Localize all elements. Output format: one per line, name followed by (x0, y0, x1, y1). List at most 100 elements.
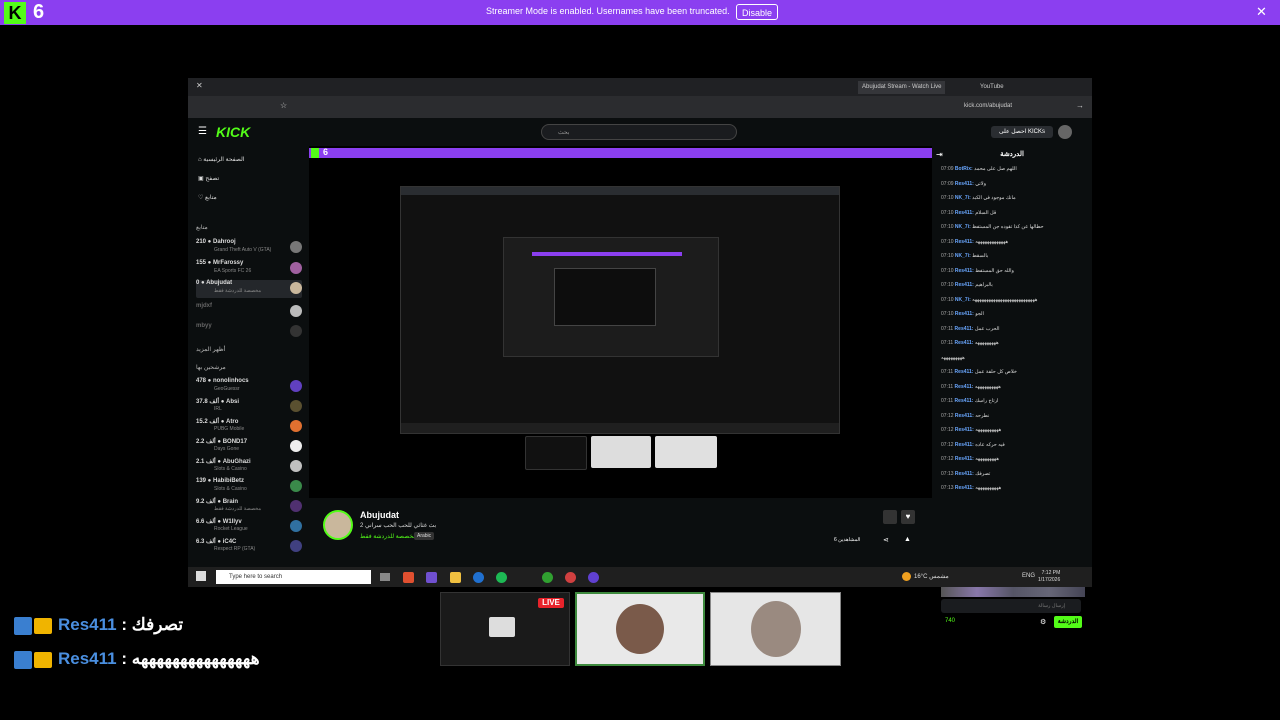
report-icon[interactable]: ▲ (904, 536, 911, 543)
url-field[interactable]: kick.com/abujudat (964, 103, 1012, 109)
nav-following[interactable]: ♡ متابع (198, 194, 217, 206)
kick-logo[interactable]: KICK (216, 124, 250, 140)
channel-item[interactable]: 9.2 ألف ● Brain مخصصة للدردشة فقط (196, 498, 302, 516)
avatar (290, 440, 302, 452)
badge-icon (14, 650, 32, 669)
close-window-icon[interactable]: ✕ (196, 81, 203, 90)
avatar (290, 400, 302, 412)
chat-message: 07:13 Res411: تصرفك (941, 470, 991, 477)
channel-item[interactable]: 2.1 ألف ● AbuGhazi Slots & Casino (196, 458, 302, 476)
chat-message: 07:11 Res411: ارتاح راسك (941, 398, 999, 404)
channel-item[interactable]: 6.6 ألف ● W1llyv Rocket League (196, 518, 302, 536)
following-header: متابع (196, 225, 208, 231)
channel-item[interactable]: 210 ● Dahrooj Grand Theft Auto V (GTA) (196, 239, 302, 257)
gear-icon[interactable]: ⚙ (1040, 618, 1046, 626)
sidebar: ⌂ الصفحة الرئيسية ▣ تصفح ♡ متابع متابع 2… (188, 146, 306, 566)
channel-item[interactable]: mbyy (196, 323, 302, 341)
channel-item[interactable]: 478 ● nonolinhocs GeoGuessr (196, 378, 302, 396)
channel-item[interactable]: 139 ● HabibiBetz Slots & Casino (196, 478, 302, 496)
clock[interactable]: 7:12 PM 1/17/2026 (1038, 570, 1060, 584)
channel-item[interactable]: 0 ● Abujudat مخصصة للدردشة فقط (196, 280, 302, 298)
chrome-icon[interactable] (565, 572, 576, 583)
windows-start-icon[interactable] (196, 571, 206, 581)
camera-thumbnail (591, 436, 651, 468)
menu-icon[interactable]: ☰ (198, 126, 207, 137)
avatar (290, 540, 302, 552)
folder-icon[interactable] (450, 572, 461, 583)
language-tag[interactable]: Arabic (414, 532, 435, 540)
channel-item[interactable]: 15.2 ألف ● Atro PUBG Mobile (196, 418, 302, 436)
chat-input[interactable]: إرسال رسالة (941, 599, 1081, 613)
weather-icon (902, 572, 911, 581)
get-kicks-button[interactable]: احصل على KICKs (991, 126, 1053, 138)
edge-icon[interactable] (473, 572, 484, 583)
back-arrow-icon[interactable]: → (1076, 101, 1084, 110)
channel-item[interactable]: 6.3 ألف ● iC4C Respect RP (GTA) (196, 538, 302, 556)
avatar (290, 460, 302, 472)
nav-home[interactable]: ⌂ الصفحة الرئيسية (198, 156, 244, 168)
nav-browse[interactable]: ▣ تصفح (198, 175, 219, 187)
chat-message: 07:10 Res411: قل السلام (941, 209, 997, 216)
chat-message: هههههههههه (941, 354, 965, 361)
show-more-link[interactable]: أظهر المزيد (196, 346, 225, 353)
chat-message: 07:13 Res411: ههههههههههه (941, 485, 1002, 491)
live-badge: LIVE (538, 598, 564, 608)
taskbar: Type here to search 16°C مشمس ENG 7:12 P… (188, 567, 1092, 587)
avatar (290, 282, 302, 294)
avatar (290, 500, 302, 512)
disable-button[interactable]: Disable (736, 4, 778, 20)
spotify-icon[interactable] (496, 572, 507, 583)
webcam-thumbnail (710, 592, 841, 666)
channel-item[interactable]: 37.8 ألف ● Absi IRL (196, 398, 302, 416)
xbox-icon[interactable] (542, 572, 553, 583)
star-icon[interactable]: ☆ (280, 101, 287, 110)
app-icon[interactable] (588, 572, 599, 583)
nested-stream-view (400, 186, 840, 434)
heart-icon[interactable]: ♥ (901, 510, 915, 524)
address-bar: kick.com/abujudat ☆ → (188, 96, 1092, 118)
streamer-avatar[interactable] (323, 510, 353, 540)
channel-item[interactable]: 155 ● MrFarossy EA Sports FC 26 (196, 260, 302, 278)
send-button[interactable]: الدردشة (1054, 616, 1082, 628)
collapse-chat-icon[interactable]: ⇥ (936, 150, 943, 159)
chat-message: 07:11 Res411: ههههههههههه (941, 383, 1001, 390)
chat-message: 07:11 Res411: هههههههههه (941, 340, 999, 346)
chat-message: 07:10 NK_7i: مانك موجود في الكبد (941, 195, 1016, 201)
stream-category[interactable]: مخصصة للدردشة فقط (360, 533, 416, 540)
close-icon[interactable]: ✕ (1256, 4, 1267, 20)
chat-message: 07:12 Res411: ههههههههههه (941, 427, 1002, 433)
app-icon[interactable] (426, 572, 437, 583)
language-indicator[interactable]: ENG (1022, 573, 1035, 579)
channel-item[interactable]: 2.2 ألف ● BOND17 Days Gone (196, 438, 302, 456)
video-player[interactable]: 6 (309, 146, 932, 498)
avatar (290, 262, 302, 274)
viewer-count: 6 (323, 147, 329, 157)
app-icon[interactable] (403, 572, 414, 583)
avatar[interactable] (1058, 125, 1072, 139)
kick-logo-icon: K (4, 2, 26, 24)
stream-info: Abujudat بث غثاثي للحب الحب سراني 2 مخصص… (309, 500, 932, 566)
webcam-thumbnail (575, 592, 705, 666)
chat-message: 07:10 Res411: بالبراهيم (941, 282, 993, 288)
taskbar-search[interactable]: Type here to search (216, 570, 371, 584)
tab-kick[interactable]: Abujudat Stream - Watch Live (858, 81, 946, 94)
tab-youtube[interactable]: YouTube (976, 81, 1008, 94)
channel-points[interactable]: 740 (945, 618, 955, 624)
face-image (616, 604, 664, 654)
chat-message: 07:12 Res411: هههههههههه (941, 456, 999, 462)
chat-message: 07:12 Res411: نطرحه (941, 412, 990, 419)
channel-item[interactable]: mjdxf (196, 303, 302, 321)
kick-logo-icon (311, 148, 319, 158)
share-icon[interactable]: ⋖ (883, 536, 889, 544)
search-input[interactable]: بحث (541, 124, 737, 140)
stream-title: بث غثاثي للحب الحب سراني 2 (360, 523, 437, 529)
chat-message: 07:09 Res411: ولاتي (941, 180, 987, 187)
avatar (290, 520, 302, 532)
streamer-name[interactable]: Abujudat (360, 510, 399, 520)
overlay-chat-message: Res411 : هههههههههههههههه (14, 649, 260, 673)
recommended-header: مرشحين بها (196, 365, 226, 371)
chat-message: 07:10 NK_7i: ههههههههههههههههههههههههههه… (941, 296, 1038, 303)
chat-message: 07:11 Res411: الحرب عمل (941, 325, 1000, 332)
task-view-icon[interactable] (380, 573, 390, 581)
notification-icon[interactable] (883, 510, 897, 524)
